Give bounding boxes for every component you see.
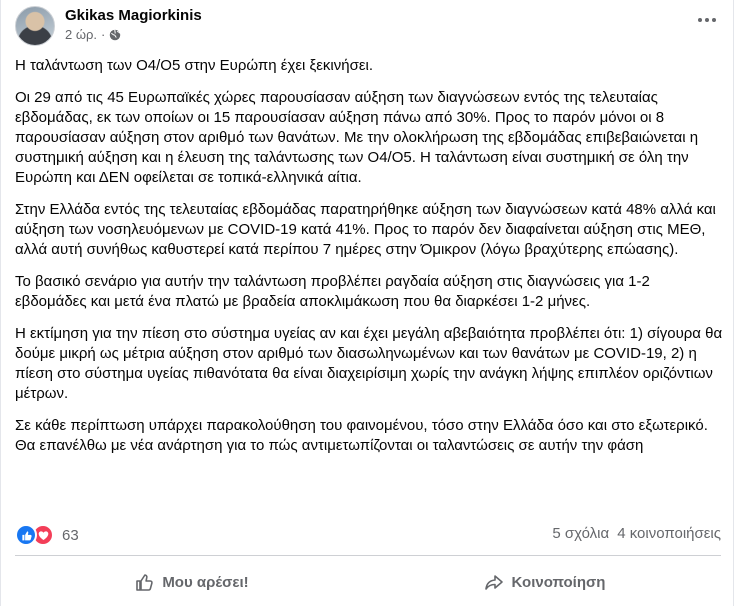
post-header: Gkikas Magiorkinis 2 ώρ. · — [15, 6, 721, 46]
post-paragraph: Στην Ελλάδα εντός της τελευταίας εβδομάδ… — [15, 201, 716, 258]
reactions-summary[interactable]: 63 — [15, 524, 79, 546]
post-meta: 2 ώρ. · — [65, 27, 122, 42]
post-stats: 63 5 σχόλια 4 κοινοποιήσεις — [15, 524, 721, 546]
thumbs-up-icon — [136, 574, 154, 591]
author-name[interactable]: Gkikas Magiorkinis — [65, 7, 202, 24]
globe-icon[interactable] — [109, 29, 122, 41]
share-button[interactable]: Κοινοποίηση — [368, 563, 721, 601]
divider — [15, 555, 721, 556]
post-body: Η ταλάντωση των Ο4/Ο5 στην Ευρώπη έχει ξ… — [15, 56, 723, 468]
like-button[interactable]: Μου αρέσει! — [15, 563, 368, 601]
reactions-count[interactable]: 63 — [62, 527, 79, 544]
like-reaction-icon — [15, 524, 37, 546]
post-paragraph: Το βασικό σενάριο για αυτήν την ταλάντωσ… — [15, 273, 650, 310]
post-time[interactable]: 2 ώρ. — [65, 27, 97, 42]
post-paragraph: Η εκτίμηση για την πίεση στο σύστημα υγε… — [15, 325, 723, 402]
comments-count[interactable]: 5 σχόλια — [552, 525, 609, 542]
post-paragraph: Σε κάθε περίπτωση υπάρχει παρακολούθηση … — [15, 417, 708, 454]
engagement-counts: 5 σχόλια 4 κοινοποιήσεις — [552, 525, 721, 542]
post-paragraph: Οι 29 από τις 45 Ευρωπαϊκές χώρες παρουσ… — [15, 89, 699, 186]
like-label: Μου αρέσει! — [162, 573, 249, 591]
share-arrow-icon — [484, 575, 503, 590]
share-label: Κοινοποίηση — [511, 573, 606, 591]
more-options-icon[interactable] — [693, 10, 721, 30]
post-actions: Μου αρέσει! Κοινοποίηση — [15, 563, 721, 601]
post-card: Gkikas Magiorkinis 2 ώρ. · Η ταλάντωση τ… — [0, 0, 734, 606]
shares-count[interactable]: 4 κοινοποιήσεις — [617, 525, 721, 542]
avatar[interactable] — [15, 6, 55, 46]
post-paragraph: Η ταλάντωση των Ο4/Ο5 στην Ευρώπη έχει ξ… — [15, 57, 374, 74]
